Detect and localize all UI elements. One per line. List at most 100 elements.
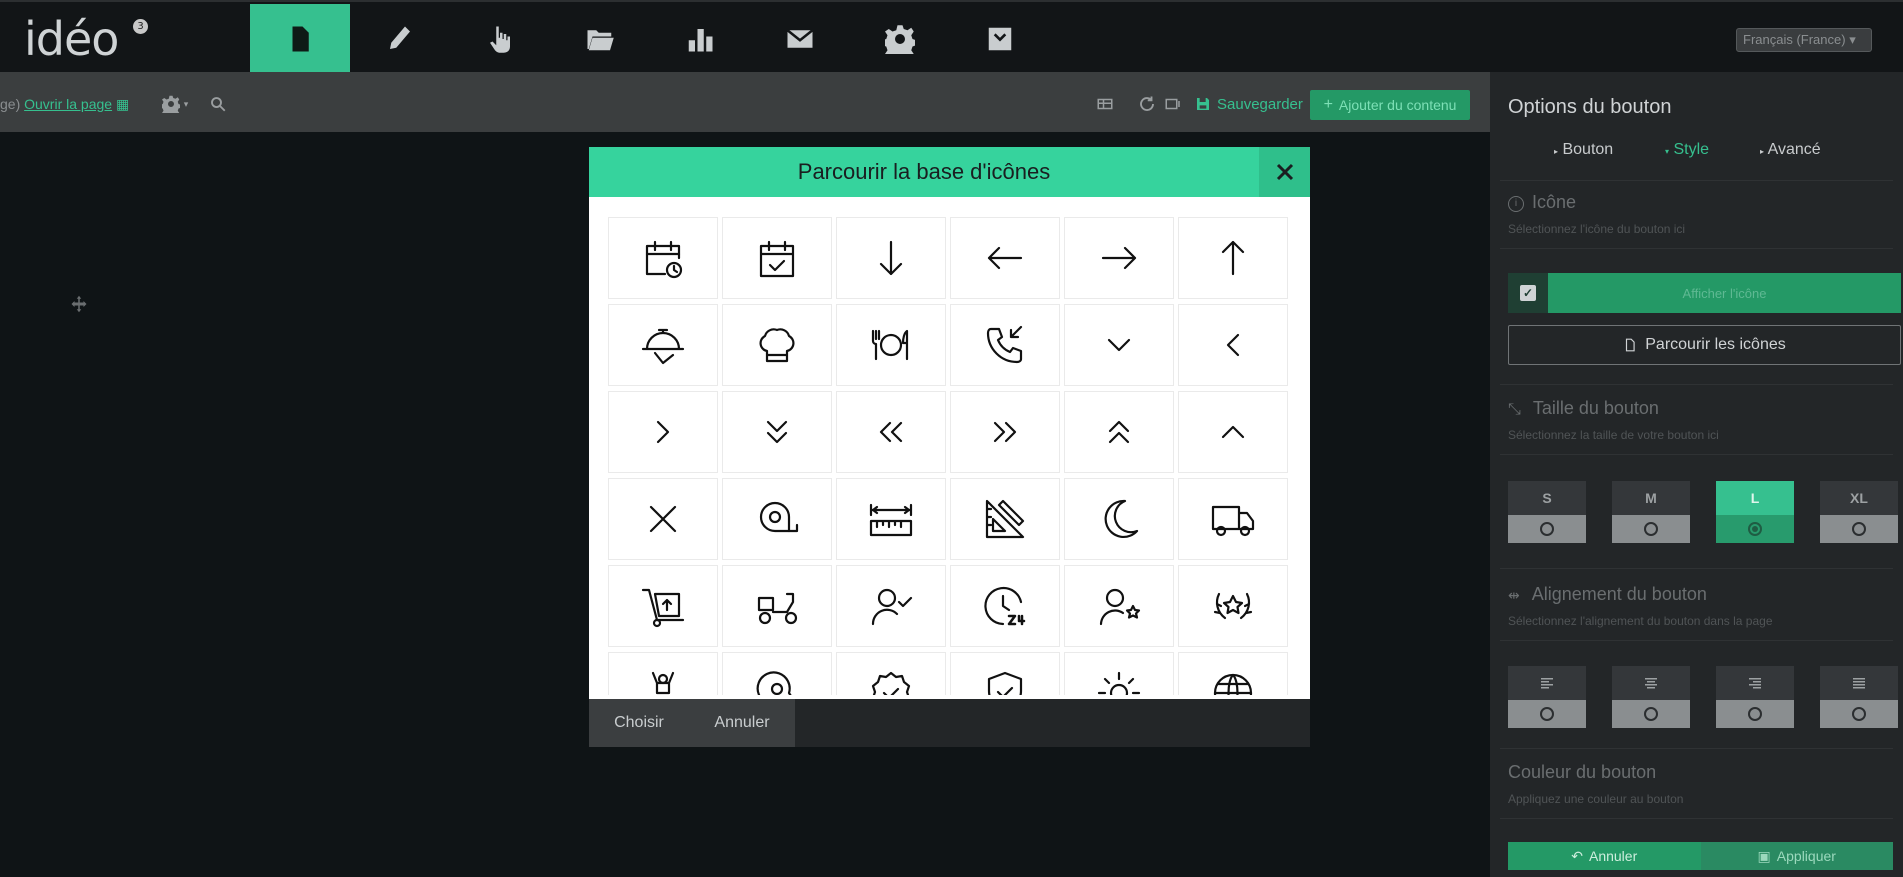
icon-option[interactable] [1064, 391, 1174, 473]
search-button[interactable] [207, 93, 229, 115]
nav-settings-button[interactable] [850, 4, 950, 74]
align-radio[interactable] [1540, 707, 1554, 721]
delivery-scooter-icon [757, 592, 798, 625]
nav-files-button[interactable] [550, 4, 650, 74]
align-justify-icon [1853, 678, 1865, 689]
icon-option[interactable] [950, 391, 1060, 473]
icon-option[interactable] [950, 478, 1060, 560]
icon-option[interactable] [1178, 217, 1288, 299]
page-settings-button[interactable] [160, 93, 182, 115]
size-radio[interactable] [1540, 522, 1554, 536]
align-radio[interactable] [1748, 707, 1762, 721]
nav-more-button[interactable] [950, 4, 1050, 74]
icon-option[interactable] [1178, 565, 1288, 647]
layout-toggle-button[interactable] [1094, 93, 1116, 115]
icon-option[interactable] [722, 304, 832, 386]
nav-edit-button[interactable] [350, 4, 450, 74]
icon-option[interactable] [722, 652, 832, 695]
tab-bouton[interactable]: ▸ Bouton [1554, 141, 1613, 159]
language-select[interactable]: Français (France) ▾ [1736, 28, 1872, 52]
size-option-l[interactable]: L [1716, 481, 1794, 543]
clock-24-icon [984, 586, 1026, 626]
icon-option[interactable] [950, 217, 1060, 299]
sun-icon [1097, 671, 1141, 695]
icon-option[interactable] [1178, 652, 1288, 695]
modal-close-button[interactable] [1259, 147, 1310, 197]
panel-actions: ↶ Annuler ▣ Appliquer [1508, 842, 1893, 870]
show-icon-label: Afficher l'icône [1548, 273, 1901, 313]
add-content-button[interactable]: + Ajouter du contenu [1310, 90, 1470, 120]
align-left-option[interactable] [1508, 666, 1586, 728]
icon-section-subtitle: Sélectionnez l'icône du bouton ici [1508, 222, 1686, 236]
icon-option[interactable] [836, 304, 946, 386]
icon-option[interactable] [836, 391, 946, 473]
icon-option[interactable] [722, 478, 832, 560]
icon-option[interactable] [722, 565, 832, 647]
nav-pages-button[interactable] [250, 4, 350, 74]
icon-browser-modal: Parcourir la base d'icônes Choisir Annul… [589, 147, 1310, 747]
icon-option[interactable] [1064, 304, 1174, 386]
panel-cancel-button[interactable]: ↶ Annuler [1508, 842, 1701, 870]
size-radio[interactable] [1852, 522, 1866, 536]
icon-option[interactable] [1178, 304, 1288, 386]
align-radio[interactable] [1644, 707, 1658, 721]
icon-option[interactable] [836, 217, 946, 299]
open-page-link[interactable]: Ouvrir la page [24, 96, 112, 112]
nav-pointer-button[interactable] [450, 4, 550, 74]
icon-option[interactable] [608, 652, 718, 695]
icon-option[interactable] [722, 217, 832, 299]
divider [1500, 818, 1893, 819]
hand-truck-icon [641, 588, 685, 628]
icon-option[interactable] [608, 565, 718, 647]
icon-option[interactable] [950, 304, 1060, 386]
icon-option[interactable] [608, 391, 718, 473]
icon-option[interactable] [608, 217, 718, 299]
refresh-button[interactable] [1136, 93, 1158, 115]
laurel-star-icon [1213, 592, 1253, 620]
size-option-s[interactable]: S [1508, 481, 1586, 543]
modal-cancel-button[interactable]: Annuler [689, 699, 795, 747]
size-radio-selected[interactable] [1748, 522, 1762, 536]
save-button[interactable]: Sauvegarder [1195, 90, 1303, 118]
size-option-xl[interactable]: XL [1820, 481, 1898, 543]
color-section-subtitle: Appliquez une couleur au bouton [1508, 792, 1684, 806]
icon-option[interactable] [836, 565, 946, 647]
icon-option[interactable] [1178, 391, 1288, 473]
size-radio[interactable] [1644, 522, 1658, 536]
icon-option[interactable] [608, 304, 718, 386]
nav-mail-button[interactable] [750, 4, 850, 74]
icon-option[interactable] [950, 565, 1060, 647]
logo: idéo [24, 12, 119, 66]
choose-button[interactable]: Choisir [589, 699, 689, 747]
user-check-icon [871, 588, 913, 626]
icon-option[interactable] [1064, 217, 1174, 299]
icon-option[interactable] [1064, 565, 1174, 647]
user-star-icon [1099, 588, 1141, 626]
icon-option[interactable] [1178, 478, 1288, 560]
icon-option[interactable] [1064, 478, 1174, 560]
panel-title: Options du bouton [1508, 96, 1672, 118]
icon-option[interactable] [950, 652, 1060, 695]
move-handle-icon[interactable] [70, 295, 88, 313]
size-option-m[interactable]: M [1612, 481, 1690, 543]
preview-button[interactable] [1162, 93, 1184, 115]
nav-stats-button[interactable] [650, 4, 750, 74]
icon-option[interactable] [836, 478, 946, 560]
show-icon-checkbox[interactable]: ✓ [1508, 273, 1548, 313]
align-center-option[interactable] [1612, 666, 1690, 728]
align-justify-option[interactable] [1820, 666, 1898, 728]
align-right-option[interactable] [1716, 666, 1794, 728]
browse-icons-button[interactable]: Parcourir les icônes [1508, 325, 1901, 365]
chevron-right-icon [656, 420, 670, 444]
show-icon-toggle[interactable]: ✓ Afficher l'icône [1508, 273, 1901, 313]
tab-style[interactable]: ▾ Style [1665, 141, 1709, 159]
caret-right-icon: ▸ [1554, 147, 1559, 156]
panel-apply-button[interactable]: ▣ Appliquer [1700, 842, 1893, 870]
icon-option[interactable] [722, 391, 832, 473]
tab-avance[interactable]: ▸ Avancé [1760, 141, 1821, 159]
align-radio[interactable] [1852, 707, 1866, 721]
icon-option[interactable] [1064, 652, 1174, 695]
preview-icon [1165, 98, 1180, 110]
icon-option[interactable] [608, 478, 718, 560]
icon-option[interactable] [836, 652, 946, 695]
